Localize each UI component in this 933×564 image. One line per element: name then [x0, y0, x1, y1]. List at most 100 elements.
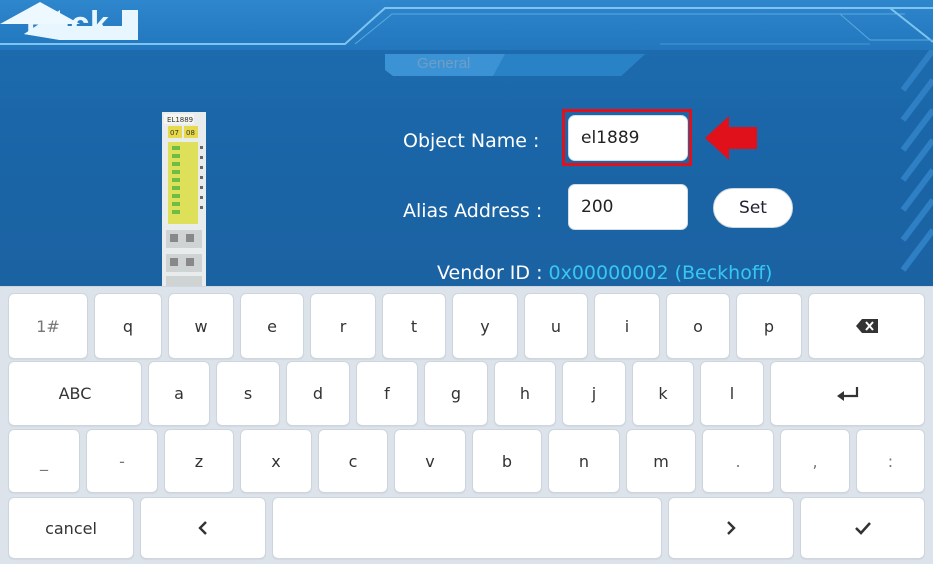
device-led-right: 08	[186, 129, 195, 137]
key-v[interactable]: v	[394, 429, 466, 493]
object-name-label: Object Name :	[403, 130, 540, 152]
key-a[interactable]: a	[148, 361, 210, 426]
key-label: i	[624, 316, 630, 336]
enter-icon	[836, 386, 858, 401]
key-e[interactable]: e	[240, 293, 304, 359]
key-m[interactable]: m	[626, 429, 696, 493]
key-r[interactable]: r	[310, 293, 376, 359]
key-i[interactable]: i	[594, 293, 660, 359]
key-label: .	[735, 451, 741, 471]
key-label: c	[348, 451, 358, 471]
key-label: w	[194, 316, 208, 336]
key-label: u	[550, 316, 562, 336]
set-button-label: Set	[739, 198, 767, 218]
backspace-icon	[855, 319, 878, 333]
vendor-id-row: Vendor ID : 0x00000002 (Beckhoff)	[437, 262, 772, 284]
key-k[interactable]: k	[632, 361, 694, 426]
key-comma[interactable]: ,	[780, 429, 850, 493]
key-enter[interactable]	[770, 361, 925, 426]
key-j[interactable]: j	[562, 361, 626, 426]
key-l[interactable]: l	[700, 361, 764, 426]
key-u[interactable]: u	[524, 293, 588, 359]
key-label: e	[267, 316, 277, 336]
key-label: k	[658, 384, 668, 403]
set-button[interactable]: Set	[713, 188, 793, 228]
key-label: f	[384, 384, 390, 403]
key-f[interactable]: f	[356, 361, 418, 426]
red-pointer-arrow-icon	[705, 116, 757, 160]
key-label: t	[410, 316, 418, 336]
key-cursor-left[interactable]	[140, 497, 266, 559]
key-cursor-right[interactable]	[668, 497, 794, 559]
alias-address-label: Alias Address :	[403, 200, 543, 222]
key-label: y	[480, 316, 490, 336]
checkmark-icon	[854, 522, 871, 535]
key-label: _	[40, 451, 48, 471]
device-led-left: 07	[170, 129, 179, 137]
key-n[interactable]: n	[548, 429, 620, 493]
key-label: l	[729, 384, 735, 403]
key-label: r	[339, 316, 347, 336]
on-screen-keyboard: 1# q w e r t y u i o p ABC a s d f g h j…	[0, 286, 933, 564]
key-backspace[interactable]	[808, 293, 925, 359]
key-g[interactable]: g	[424, 361, 488, 426]
device-config-panel: Back General EL1889 07 08	[0, 0, 933, 290]
key-label: o	[693, 316, 703, 336]
tab-general[interactable]: General	[385, 52, 645, 78]
key-d[interactable]: d	[286, 361, 350, 426]
vendor-id-label: Vendor ID :	[437, 262, 543, 284]
key-s[interactable]: s	[216, 361, 280, 426]
key-label: n	[578, 451, 590, 471]
key-t[interactable]: t	[382, 293, 446, 359]
key-label: :	[887, 451, 894, 471]
key-label: m	[653, 451, 669, 471]
key-p[interactable]: p	[736, 293, 802, 359]
alias-address-value: 200	[581, 197, 614, 217]
key-c[interactable]: c	[318, 429, 388, 493]
key-underscore[interactable]: _	[8, 429, 80, 493]
key-label: ,	[812, 451, 818, 471]
key-hyphen[interactable]: -	[86, 429, 158, 493]
key-label: z	[194, 451, 204, 471]
key-confirm[interactable]	[800, 497, 925, 559]
top-bar: Back	[0, 0, 933, 50]
key-period[interactable]: .	[702, 429, 774, 493]
key-label: a	[174, 384, 184, 403]
key-y[interactable]: y	[452, 293, 518, 359]
key-label: j	[591, 384, 597, 403]
side-hatch-decoration	[900, 50, 933, 272]
key-label: h	[519, 384, 531, 403]
key-label: v	[425, 451, 435, 471]
chevron-left-icon	[198, 521, 207, 535]
key-label: -	[119, 451, 125, 471]
device-image: EL1889 07 08	[162, 112, 206, 290]
key-colon[interactable]: :	[856, 429, 925, 493]
key-label: 1#	[36, 316, 60, 336]
collapse-up-icon[interactable]	[0, 0, 80, 26]
key-label: cancel	[45, 518, 97, 538]
key-abc[interactable]: ABC	[8, 361, 142, 426]
alias-address-input[interactable]: 200	[568, 184, 688, 230]
key-label: ABC	[58, 384, 92, 403]
key-label: d	[312, 384, 324, 403]
key-label: b	[501, 451, 513, 471]
key-o[interactable]: o	[666, 293, 730, 359]
key-label: q	[122, 316, 134, 336]
object-name-highlight-box	[562, 109, 692, 166]
key-w[interactable]: w	[168, 293, 234, 359]
key-label: x	[271, 451, 281, 471]
chevron-right-icon	[727, 521, 736, 535]
key-symbols[interactable]: 1#	[8, 293, 88, 359]
tab-general-label: General	[417, 55, 471, 72]
key-cancel[interactable]: cancel	[8, 497, 134, 559]
key-space[interactable]	[272, 497, 662, 559]
key-z[interactable]: z	[164, 429, 234, 493]
key-label: s	[243, 384, 253, 403]
device-model-label: EL1889	[167, 116, 193, 124]
key-h[interactable]: h	[494, 361, 556, 426]
key-q[interactable]: q	[94, 293, 162, 359]
key-label: p	[763, 316, 775, 336]
key-b[interactable]: b	[472, 429, 542, 493]
key-x[interactable]: x	[240, 429, 312, 493]
key-label: g	[450, 384, 462, 403]
